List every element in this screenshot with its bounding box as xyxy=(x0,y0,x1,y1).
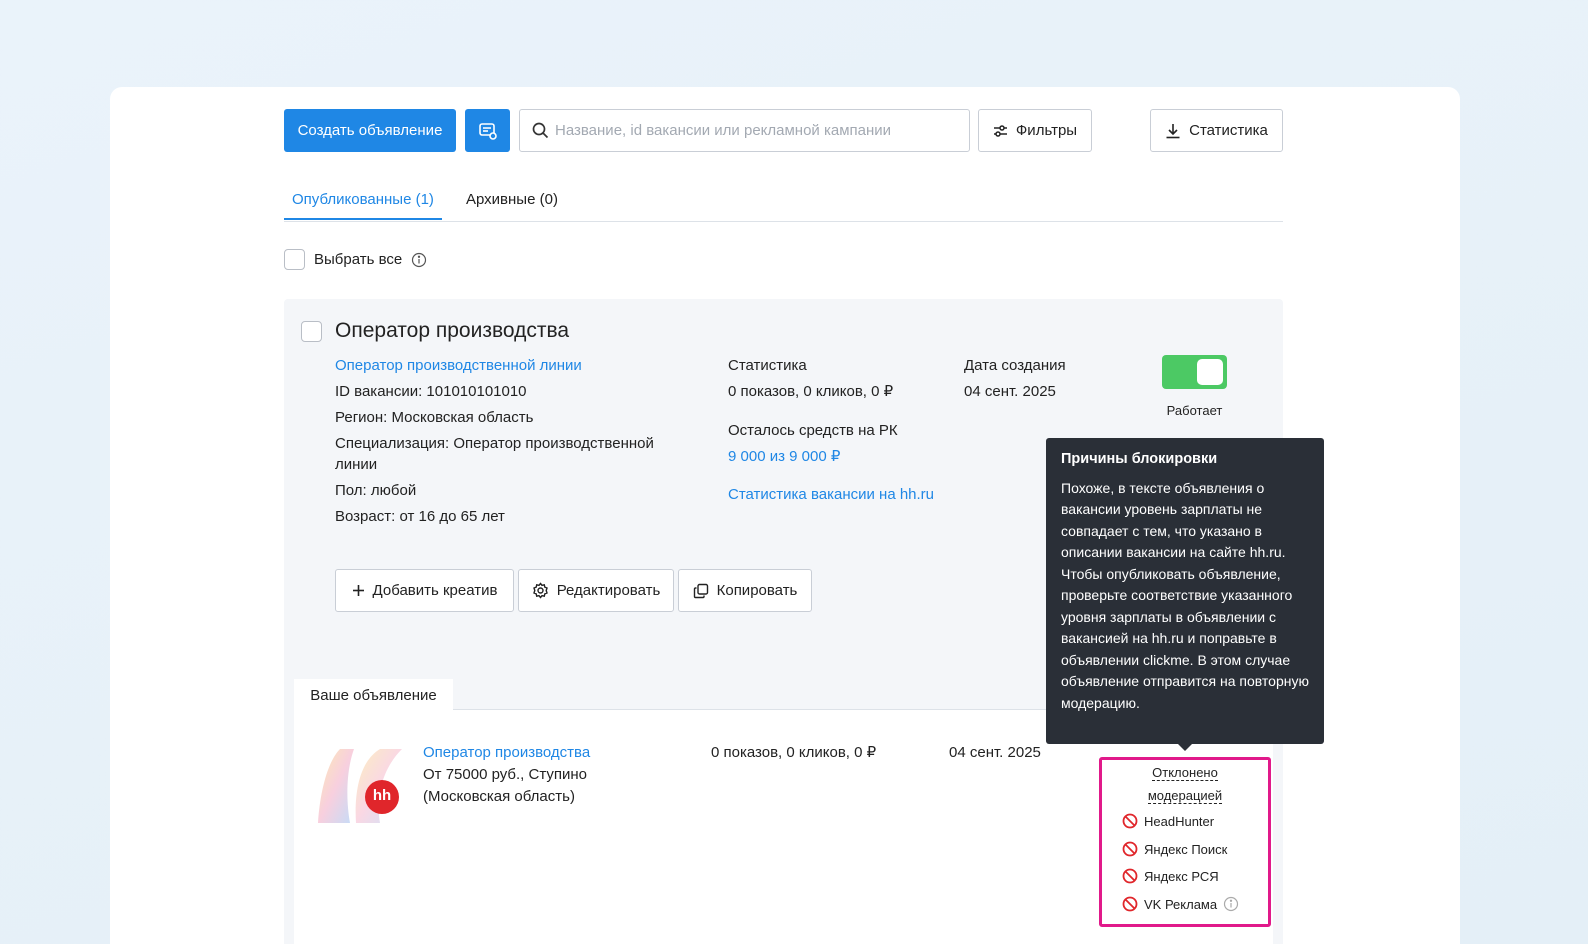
vacancy-region: Регион: Московская область xyxy=(335,409,534,426)
select-all-label: Выбрать все xyxy=(314,251,403,268)
moderation-line2: модерацией xyxy=(1147,788,1223,804)
status-label: Работает xyxy=(1166,403,1223,418)
hh-logo-icon xyxy=(310,741,406,823)
platform-label: HeadHunter xyxy=(1144,813,1215,829)
ad-template-icon xyxy=(478,122,497,140)
ad-stats: 0 показов, 0 кликов, 0 ₽ xyxy=(711,744,877,761)
vacancy-gender: Пол: любой xyxy=(335,482,417,499)
edit-button[interactable]: Редактировать xyxy=(518,569,674,612)
filter-sliders-icon xyxy=(993,124,1007,137)
ad-date: 04 сент. 2025 xyxy=(949,744,1041,761)
select-all-checkbox[interactable] xyxy=(284,249,305,270)
search-field[interactable] xyxy=(519,109,970,152)
date-value: 04 сент. 2025 xyxy=(964,383,1056,400)
plus-icon xyxy=(352,585,364,596)
download-icon xyxy=(1166,123,1180,138)
logo-badge-text: hh xyxy=(372,787,392,804)
platform-label: VK Реклама xyxy=(1144,896,1218,912)
copy-icon xyxy=(693,583,708,598)
select-all-row: Выбрать все xyxy=(284,249,427,270)
date-heading: Дата создания xyxy=(964,357,1066,374)
copy-label: Копировать xyxy=(716,582,798,599)
stats-heading: Статистика xyxy=(728,357,807,374)
block-reason-tooltip: Причины блокировки Похоже, в тексте объя… xyxy=(1046,438,1324,751)
hh-stats-link[interactable]: Статистика вакансии на hh.ru xyxy=(728,484,934,505)
platform-yandex-search: Яндекс Поиск xyxy=(1122,841,1227,857)
search-input[interactable] xyxy=(555,122,955,139)
search-icon xyxy=(532,122,549,139)
filters-label: Фильтры xyxy=(1015,122,1078,139)
tab-your-ad[interactable]: Ваше объявление xyxy=(294,679,453,711)
vacancy-subtitle-link[interactable]: Оператор производственной линии xyxy=(335,355,582,376)
platform-vk-ads: VK Реклама xyxy=(1122,896,1239,912)
tab-published[interactable]: Опубликованные (1) xyxy=(284,191,442,220)
download-stats-button[interactable]: Статистика xyxy=(1150,109,1283,152)
tabs-bar: Опубликованные (1) Архивные (0) xyxy=(284,179,1283,222)
filters-button[interactable]: Фильтры xyxy=(978,109,1092,152)
funds-heading: Осталось средств на РК xyxy=(728,422,898,439)
blocked-icon xyxy=(1122,896,1138,912)
add-creative-button[interactable]: Добавить креатив xyxy=(335,569,514,612)
toggle-knob xyxy=(1197,359,1223,385)
vacancy-title: Оператор производства xyxy=(335,319,570,342)
templates-button[interactable] xyxy=(465,109,510,152)
vacancy-age: Возраст: от 16 до 65 лет xyxy=(335,508,505,525)
platform-yandex-rsya: Яндекс РСЯ xyxy=(1122,868,1219,884)
ad-logo: hh xyxy=(310,741,406,823)
vacancy-id: ID вакансии: 101010101010 xyxy=(335,383,527,400)
blocked-icon xyxy=(1122,813,1138,829)
tooltip-body: Похоже, в тексте объявления о вакансии у… xyxy=(1061,479,1309,711)
platform-label: Яндекс РСЯ xyxy=(1144,868,1219,884)
tab-archived[interactable]: Архивные (0) xyxy=(466,191,558,208)
vacancy-checkbox[interactable] xyxy=(301,321,322,342)
blocked-icon xyxy=(1122,868,1138,884)
blocked-icon xyxy=(1122,841,1138,857)
ad-salary-line: От 75000 руб., Ступино xyxy=(423,766,588,783)
create-ad-button[interactable]: Создать объявление xyxy=(284,109,456,152)
moderation-status[interactable]: Отклонено модерацией xyxy=(1102,761,1268,807)
platform-headhunter: HeadHunter xyxy=(1122,813,1214,829)
gear-icon xyxy=(532,582,548,599)
info-icon[interactable] xyxy=(411,252,427,268)
ad-title-link[interactable]: Оператор производства xyxy=(423,742,590,763)
stats-label: Статистика xyxy=(1189,122,1268,139)
vacancy-active-toggle[interactable] xyxy=(1162,355,1227,389)
platform-label: Яндекс Поиск xyxy=(1144,841,1228,857)
edit-label: Редактировать xyxy=(556,582,661,599)
moderation-status-box: Отклонено модерацией HeadHunter Яндекс П… xyxy=(1099,757,1271,927)
tooltip-title: Причины блокировки xyxy=(1061,451,1218,467)
copy-button[interactable]: Копировать xyxy=(678,569,812,612)
info-icon[interactable] xyxy=(1223,896,1239,912)
vacancy-specialization: Специализация: Оператор производственной… xyxy=(335,435,654,473)
ad-region-line: (Московская область) xyxy=(423,788,575,805)
moderation-line1: Отклонено xyxy=(1152,765,1218,781)
funds-value[interactable]: 9 000 из 9 000 ₽ xyxy=(728,446,840,467)
stats-value: 0 показов, 0 кликов, 0 ₽ xyxy=(728,383,894,400)
add-creative-label: Добавить креатив xyxy=(372,582,498,599)
